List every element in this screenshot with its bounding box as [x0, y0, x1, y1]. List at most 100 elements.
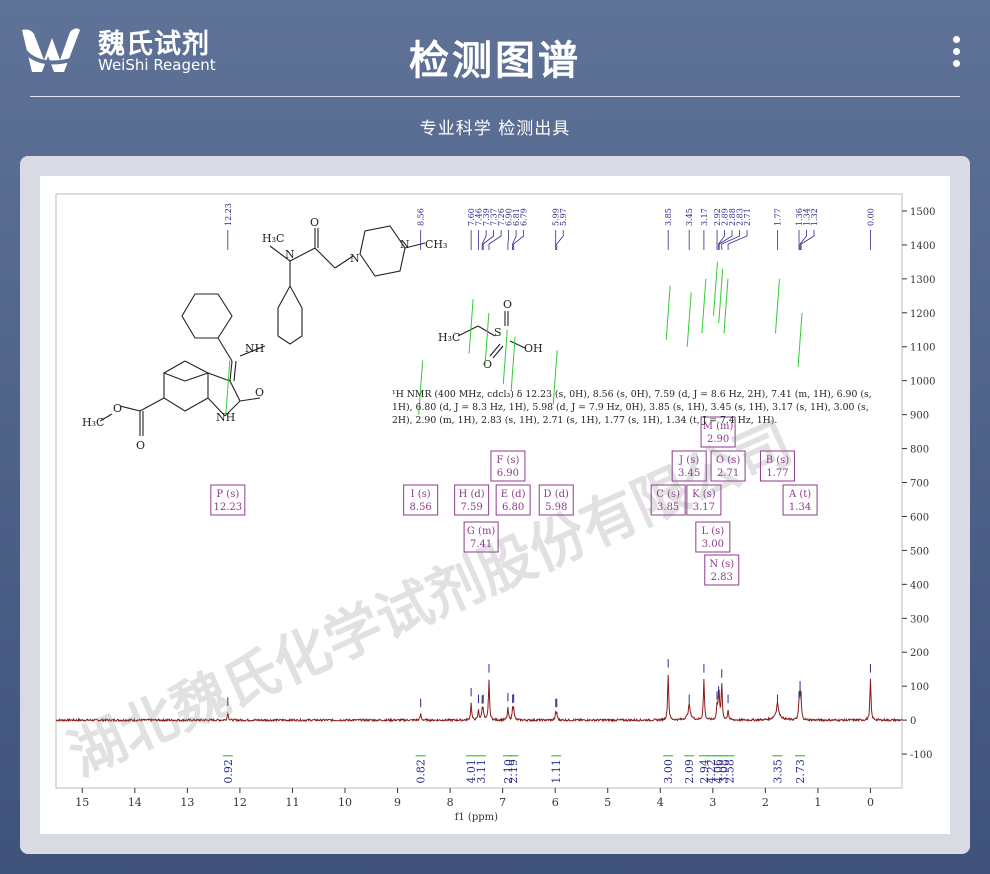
- multiplet-id: E (d): [501, 489, 526, 500]
- integration-curve: [665, 285, 671, 340]
- peak-leader-line: [556, 230, 564, 250]
- nmr-description-line: 2H), 2.90 (m, 1H), 2.83 (s, 1H), 2.71 (s…: [392, 415, 777, 426]
- peak-shift-label: 1.77: [773, 208, 782, 226]
- y-tick-label: -100: [910, 750, 932, 761]
- peak-shift-label: 5.97: [559, 208, 568, 226]
- peak-leader-line: [507, 230, 510, 250]
- header: 魏氏试剂 WeiShi Reagent 检测图谱: [0, 0, 990, 96]
- svg-text:H₃C: H₃C: [262, 232, 284, 245]
- x-tick-label: 14: [128, 796, 142, 809]
- svg-text:CH₃: CH₃: [425, 238, 447, 251]
- x-tick-label: 10: [338, 796, 352, 809]
- integration-curve: [502, 329, 508, 385]
- peak-shift-label: 6.79: [520, 208, 529, 226]
- multiplet-id: P (s): [216, 489, 239, 500]
- svg-text:O: O: [113, 402, 122, 415]
- integration-curve: [510, 336, 516, 391]
- y-tick-label: 100: [910, 682, 929, 693]
- x-tick-label: 12: [233, 796, 247, 809]
- y-tick-label: 200: [910, 648, 929, 659]
- x-tick-label: 15: [75, 796, 89, 809]
- x-tick-label: 8: [447, 796, 454, 809]
- multiplet-id: A (t): [788, 489, 811, 500]
- integration-curve: [718, 268, 724, 324]
- y-tick-label: 700: [910, 479, 929, 490]
- y-tick-label: 600: [910, 512, 929, 523]
- multiplet-shift: 7.59: [461, 502, 483, 513]
- more-menu-icon[interactable]: [952, 36, 962, 70]
- multiplet-id: D (d): [544, 489, 569, 500]
- x-axis-label: f1 (ppm): [455, 812, 498, 823]
- multiplet-shift: 1.34: [789, 502, 811, 513]
- svg-text:NH: NH: [245, 342, 264, 355]
- spectrum-paper: O NH NH H₃C N O N N CH₃ H₃C O O H₃C S O …: [40, 176, 950, 834]
- multiplet-shift: 6.90: [497, 468, 519, 479]
- multiplet-id: H (d): [459, 489, 485, 500]
- x-tick-label: 1: [814, 796, 821, 809]
- svg-text:O: O: [310, 216, 319, 229]
- multiplet-id: I (s): [411, 489, 431, 500]
- nmr-spectrum-chart: O NH NH H₃C N O N N CH₃ H₃C O O H₃C S O …: [55, 193, 935, 823]
- y-tick-label: 1100: [910, 343, 935, 354]
- integration-curve: [712, 261, 718, 317]
- x-tick-label: 5: [604, 796, 611, 809]
- peak-shift-label: 3.45: [685, 208, 694, 226]
- svg-text:O: O: [136, 439, 145, 452]
- svg-text:N: N: [350, 252, 360, 265]
- integration-curve: [701, 278, 707, 334]
- multiplet-shift: 8.56: [410, 502, 432, 513]
- svg-text:H₃C: H₃C: [438, 331, 460, 344]
- multiplet-shift: 6.80: [502, 502, 524, 513]
- integral-value: 0.92: [222, 759, 235, 784]
- integration-curve: [797, 312, 803, 368]
- y-tick-label: 1500: [910, 207, 935, 218]
- page-subtitle: 专业科学 检测出具: [419, 119, 571, 139]
- integration-curve: [774, 278, 780, 334]
- svg-text:OH: OH: [524, 342, 543, 355]
- svg-text:O: O: [503, 298, 512, 311]
- peak-leader-line: [512, 230, 517, 250]
- peak-shift-label: 12.23: [224, 203, 233, 226]
- peak-shift-label: 3.85: [664, 208, 673, 226]
- peak-leader-line: [482, 230, 495, 250]
- x-tick-label: 0: [867, 796, 874, 809]
- svg-text:N: N: [400, 238, 410, 251]
- svg-text:N: N: [285, 248, 295, 261]
- x-tick-label: 2: [762, 796, 769, 809]
- y-tick-label: 1000: [910, 377, 935, 388]
- svg-text:H₃C: H₃C: [82, 416, 104, 429]
- page-title: 检测图谱: [409, 38, 581, 84]
- svg-text:O: O: [483, 358, 492, 371]
- multiplet-id: L (s): [701, 526, 724, 537]
- x-tick-label: 11: [285, 796, 299, 809]
- peak-shift-label: 0.00: [866, 208, 875, 226]
- multiplet-shift: 2.83: [711, 572, 733, 583]
- y-tick-label: 0: [910, 716, 916, 727]
- multiplet-shift: 12.23: [214, 502, 243, 513]
- x-tick-label: 9: [394, 796, 401, 809]
- integral-value: 0.82: [415, 759, 428, 784]
- svg-text:O: O: [255, 386, 264, 399]
- y-tick-label: 500: [910, 546, 929, 557]
- x-tick-label: 6: [552, 796, 559, 809]
- peak-leader-line: [488, 230, 502, 250]
- y-tick-label: 1200: [910, 309, 935, 320]
- peak-shift-label: 2.71: [743, 208, 752, 226]
- x-tick-label: 13: [180, 796, 194, 809]
- header-divider: [30, 96, 960, 97]
- nmr-description-line: 1H), 6.80 (d, J = 8.3 Hz, 1H), 5.98 (d, …: [392, 402, 869, 413]
- multiplet-shift: 3.00: [702, 539, 724, 550]
- x-tick-label: 4: [657, 796, 664, 809]
- peak-shift-label: 3.17: [700, 208, 709, 226]
- svg-text:S: S: [494, 326, 502, 339]
- multiplet-id: N (s): [709, 559, 734, 570]
- integral-value: 2.73: [794, 759, 807, 784]
- integral-value: 1.11: [550, 759, 563, 784]
- nmr-description-line: ¹H NMR (400 MHz, cdcl₃) δ 12.23 (s, 0H),…: [392, 389, 872, 400]
- y-tick-label: 1300: [910, 275, 935, 286]
- y-tick-label: 1400: [910, 241, 935, 252]
- integral-value: 2.09: [683, 759, 696, 784]
- peak-shift-label: 1.32: [810, 208, 819, 226]
- peak-leader-line: [481, 230, 487, 250]
- company-watermark: 湖北魏氏化学试剂股份有限公司: [59, 410, 802, 789]
